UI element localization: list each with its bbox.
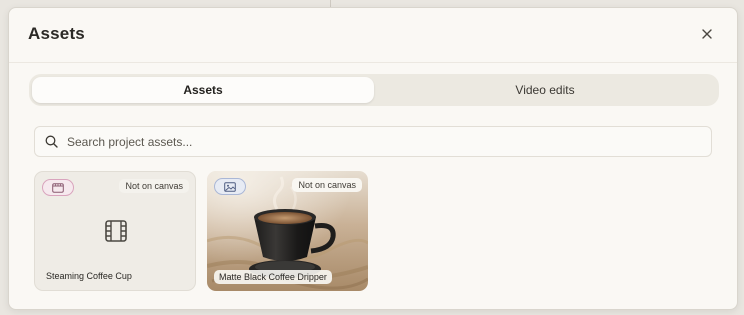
status-badge: Not on canvas xyxy=(119,179,189,193)
image-type-icon xyxy=(224,181,236,192)
tab-video-edits[interactable]: Video edits xyxy=(374,77,716,103)
asset-name: Steaming Coffee Cup xyxy=(42,269,137,283)
asset-card-image[interactable]: Not on canvas Matte Black Coffee Dripper xyxy=(207,171,368,291)
status-badge: Not on canvas xyxy=(292,178,362,192)
assets-modal: Assets Assets Video edits Not on xyxy=(8,7,738,310)
close-button[interactable] xyxy=(697,24,717,44)
close-icon xyxy=(702,29,712,39)
video-type-icon xyxy=(52,182,64,193)
asset-name: Matte Black Coffee Dripper xyxy=(214,270,332,284)
video-type-badge xyxy=(42,179,74,196)
asset-card-video[interactable]: Not on canvas Steaming Coffee Cup xyxy=(34,171,196,291)
search-input[interactable] xyxy=(65,133,711,150)
tab-bar: Assets Video edits xyxy=(29,74,719,106)
search-box xyxy=(34,126,712,157)
modal-header: Assets xyxy=(9,8,737,63)
search-icon xyxy=(45,135,58,148)
modal-title: Assets xyxy=(28,24,85,43)
tab-assets[interactable]: Assets xyxy=(32,77,374,103)
image-type-badge xyxy=(214,178,246,195)
film-icon xyxy=(105,220,127,242)
